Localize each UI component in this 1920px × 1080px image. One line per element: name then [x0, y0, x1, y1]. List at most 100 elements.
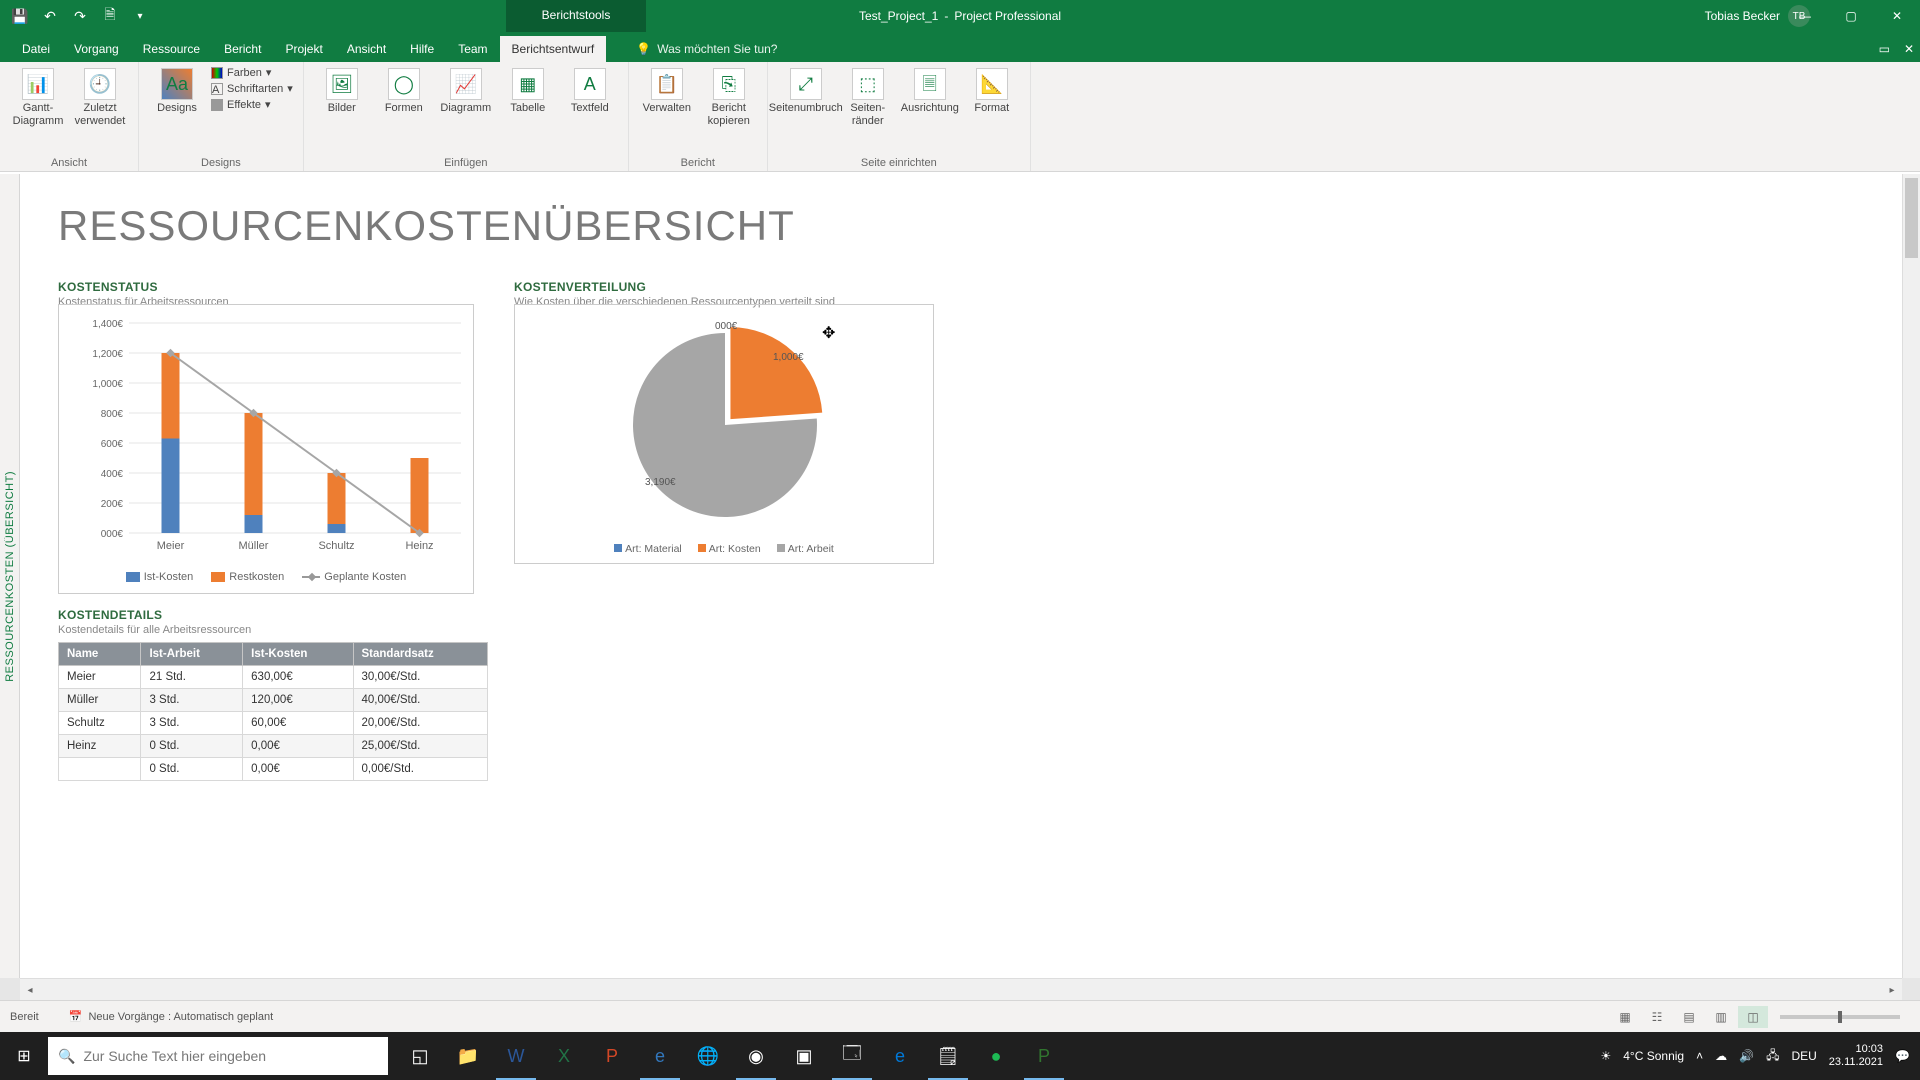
qat-more-icon[interactable]: ▾ [128, 4, 152, 28]
format-button[interactable]: 📐Format [964, 66, 1020, 117]
word-icon[interactable]: W [492, 1032, 540, 1080]
powerpoint-icon[interactable]: P [588, 1032, 636, 1080]
view-btn-2[interactable]: ☷ [1642, 1006, 1672, 1028]
horizontal-scrollbar[interactable]: ◂▸ [20, 978, 1902, 1000]
svg-text:Meier: Meier [157, 540, 185, 552]
language-indicator[interactable]: DEU [1791, 1049, 1816, 1063]
start-button[interactable]: ⊞ [0, 1032, 48, 1080]
kostenstatus-chart[interactable]: MeierMüllerSchultzHeinz 000€200€400€600€… [58, 304, 474, 594]
table-row[interactable]: Meier21 Std.630,00€30,00€/Std. [59, 666, 488, 689]
svg-text:600€: 600€ [101, 439, 124, 450]
tab-berichtsentwurf[interactable]: Berichtsentwurf [500, 36, 607, 62]
close-button[interactable]: ✕ [1874, 0, 1920, 32]
shapes-button[interactable]: ◯Formen [376, 66, 432, 117]
tab-ansicht[interactable]: Ansicht [335, 36, 398, 62]
group-label-bericht: Bericht [639, 155, 757, 169]
svg-text:1,200€: 1,200€ [92, 349, 123, 360]
group-label-einfuegen: Einfügen [314, 155, 618, 169]
group-label-ansicht: Ansicht [10, 155, 128, 169]
fonts-button[interactable]: ASchriftarten ▾ [211, 82, 293, 95]
pie-chart-legend: Art: Material Art: Kosten Art: Arbeit [515, 543, 933, 555]
task-view-icon[interactable]: ◱ [396, 1032, 444, 1080]
svg-text:1,400€: 1,400€ [92, 319, 123, 330]
chart-button[interactable]: 📈Diagramm [438, 66, 494, 117]
minimize-button[interactable]: — [1782, 0, 1828, 32]
side-label[interactable]: RESSOURCENKOSTEN (ÜBERSICHT) [0, 174, 20, 978]
ribbon-tabs: Datei Vorgang Ressource Bericht Projekt … [0, 32, 1920, 62]
bar-chart-legend: Ist-Kosten Restkosten Geplante Kosten [59, 571, 473, 583]
onedrive-icon[interactable]: ☁ [1715, 1049, 1727, 1063]
pagebreak-button[interactable]: ⤢Seitenumbruch [778, 66, 834, 117]
taskbar-clock[interactable]: 10:0323.11.2021 [1829, 1043, 1883, 1069]
view-btn-3[interactable]: ▤ [1674, 1006, 1704, 1028]
save-icon[interactable]: 💾 [8, 4, 32, 28]
images-button[interactable]: 🖼Bilder [314, 66, 370, 117]
tray-chevron-icon[interactable]: ˄ [1696, 1049, 1703, 1063]
excel-icon[interactable]: X [540, 1032, 588, 1080]
redo-icon[interactable]: ↷ [68, 4, 92, 28]
kostenverteilung-chart[interactable]: 000€1,000€3,190€ Art: Material Art: Kost… [514, 304, 934, 564]
tab-hilfe[interactable]: Hilfe [398, 36, 446, 62]
orientation-button[interactable]: 🗏Ausrichtung [902, 66, 958, 117]
margins-button[interactable]: ⬚Seiten-ränder [840, 66, 896, 129]
spotify-icon[interactable]: ● [972, 1032, 1020, 1080]
vertical-scrollbar[interactable] [1902, 174, 1920, 978]
contextual-tab-label: Berichtstools [506, 0, 646, 32]
view-btn-1[interactable]: ▦ [1610, 1006, 1640, 1028]
kostendetails-table[interactable]: Name Ist-Arbeit Ist-Kosten Standardsatz … [58, 642, 488, 781]
tab-vorgang[interactable]: Vorgang [62, 36, 131, 62]
tab-bericht[interactable]: Bericht [212, 36, 273, 62]
effects-button[interactable]: Effekte ▾ [211, 98, 293, 111]
designs-button[interactable]: AaDesigns [149, 66, 205, 117]
report-title[interactable]: RESSOURCENKOSTENÜBERSICHT [20, 174, 1902, 260]
table-row[interactable]: Müller3 Std.120,00€40,00€/Std. [59, 689, 488, 712]
tell-me-search[interactable]: 💡 Was möchten Sie tun? [636, 42, 777, 62]
notepad-icon[interactable]: 🗒 [924, 1032, 972, 1080]
notifications-icon[interactable]: 💬 [1895, 1049, 1910, 1063]
weather-icon[interactable]: ☀ [1600, 1049, 1611, 1063]
taskbar-search[interactable]: 🔍 Zur Suche Text hier eingeben [48, 1037, 388, 1075]
view-btn-5[interactable]: ◫ [1738, 1006, 1768, 1028]
tab-projekt[interactable]: Projekt [273, 36, 334, 62]
ribbon-close-icon[interactable]: ✕ [1904, 42, 1914, 56]
edge-icon[interactable]: e [876, 1032, 924, 1080]
undo-icon[interactable]: ↶ [38, 4, 62, 28]
project-icon[interactable]: P [1020, 1032, 1068, 1080]
copy-report-button[interactable]: ⎘Bericht kopieren [701, 66, 757, 129]
weather-text[interactable]: 4°C Sonnig [1623, 1049, 1684, 1063]
chrome-icon[interactable]: 🌐 [684, 1032, 732, 1080]
ribbon-options-icon[interactable]: ▭ [1879, 42, 1890, 56]
user-name[interactable]: Tobias Becker [1705, 9, 1780, 23]
svg-text:Schultz: Schultz [318, 540, 354, 552]
recent-button[interactable]: 🕘Zuletzt verwendet [72, 66, 128, 129]
gantt-diagram-button[interactable]: 📊Gantt-Diagramm [10, 66, 66, 129]
app-icon-2[interactable]: 🗔 [828, 1032, 876, 1080]
svg-text:3,190€: 3,190€ [645, 477, 676, 488]
explorer-icon[interactable]: 📁 [444, 1032, 492, 1080]
network-icon[interactable]: 🖧 [1766, 1046, 1779, 1067]
doc-icon[interactable]: 🗎 [98, 4, 122, 28]
table-row[interactable]: 0 Std.0,00€0,00€/Std. [59, 758, 488, 781]
obs-icon[interactable]: ◉ [732, 1032, 780, 1080]
colors-button[interactable]: Farben ▾ [211, 66, 293, 79]
tab-ressource[interactable]: Ressource [131, 36, 212, 62]
status-ready: Bereit [10, 1011, 39, 1023]
edge-legacy-icon[interactable]: e [636, 1032, 684, 1080]
view-btn-4[interactable]: ▥ [1706, 1006, 1736, 1028]
windows-taskbar: ⊞ 🔍 Zur Suche Text hier eingeben ◱ 📁 W X… [0, 1032, 1920, 1080]
table-row[interactable]: Schultz3 Std.60,00€20,00€/Std. [59, 712, 488, 735]
document-name: Test_Project_1 [859, 9, 938, 23]
manage-button[interactable]: 📋Verwalten [639, 66, 695, 117]
maximize-button[interactable]: ▢ [1828, 0, 1874, 32]
table-button[interactable]: ▦Tabelle [500, 66, 556, 117]
app-icon-1[interactable]: ▣ [780, 1032, 828, 1080]
col-ist-kosten: Ist-Kosten [243, 643, 353, 666]
tab-team[interactable]: Team [446, 36, 499, 62]
ribbon: 📊Gantt-Diagramm 🕘Zuletzt verwendet Ansic… [0, 62, 1920, 172]
table-row[interactable]: Heinz0 Std.0,00€25,00€/Std. [59, 735, 488, 758]
zoom-slider[interactable] [1780, 1015, 1900, 1019]
volume-icon[interactable]: 🔊 [1739, 1049, 1754, 1063]
report-page[interactable]: RESSOURCENKOSTENÜBERSICHT KOSTENSTATUS K… [20, 174, 1902, 978]
textbox-button[interactable]: ATextfeld [562, 66, 618, 117]
tab-datei[interactable]: Datei [10, 36, 62, 62]
